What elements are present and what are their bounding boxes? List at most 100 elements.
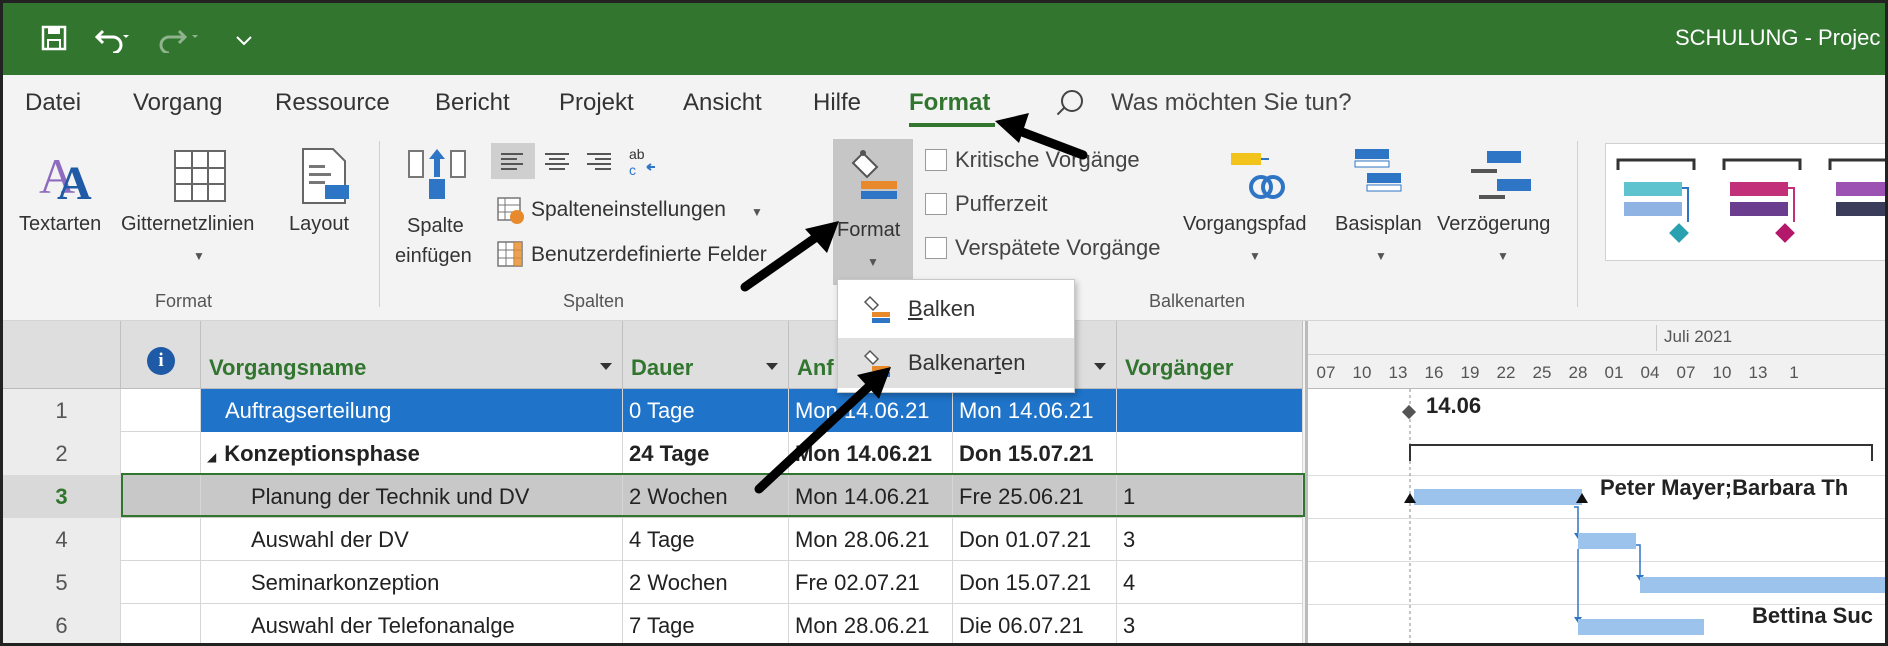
task-duration[interactable]: 2 Wochen — [623, 475, 789, 518]
menu-item-balkenarten[interactable]: Balkenarten — [838, 338, 1074, 388]
search-icon[interactable] — [1061, 90, 1083, 112]
task-finish[interactable]: Die 06.07.21 — [953, 604, 1117, 643]
redo-icon[interactable] — [159, 25, 199, 59]
row-number[interactable]: 6 — [3, 604, 121, 643]
task-finish[interactable]: Don 01.07.21 — [953, 518, 1117, 561]
vorgangspfad-button[interactable]: Vorgangspfad — [1183, 213, 1306, 236]
menu-item-balken[interactable]: Balken — [838, 284, 1074, 334]
chevron-down-icon[interactable]: ▼ — [1249, 249, 1261, 263]
indicator-cell[interactable] — [121, 432, 201, 475]
verspaetete-vorgaenge-checkbox[interactable] — [925, 237, 947, 259]
header-vorgaenger[interactable]: Vorgänger — [1117, 321, 1303, 389]
chevron-down-icon[interactable]: ▼ — [751, 205, 763, 219]
indicator-cell[interactable] — [121, 561, 201, 604]
menu-ressource[interactable]: Ressource — [275, 89, 390, 117]
task-duration[interactable]: 4 Tage — [623, 518, 789, 561]
header-info[interactable]: i — [121, 321, 201, 389]
task-start[interactable]: Mon 28.06.21 — [789, 518, 953, 561]
table-row[interactable]: 3 Planung der Technik und DV 2 Wochen Mo… — [3, 475, 1303, 518]
task-name[interactable]: Auswahl der Telefonanalge — [201, 604, 623, 643]
menu-bericht[interactable]: Bericht — [435, 89, 510, 117]
gantt-style-gallery[interactable] — [1605, 143, 1885, 261]
task-finish[interactable]: Mon 14.06.21 — [953, 389, 1117, 432]
indicator-cell[interactable] — [121, 475, 201, 518]
row-number[interactable]: 1 — [3, 389, 121, 432]
chevron-down-icon[interactable]: ▼ — [1375, 249, 1387, 263]
task-finish[interactable]: Don 15.07.21 — [953, 432, 1117, 475]
task-duration[interactable]: 24 Tage — [623, 432, 789, 475]
filter-arrow-icon[interactable] — [766, 363, 778, 370]
basisplan-button[interactable]: Basisplan — [1335, 213, 1422, 236]
menu-ansicht[interactable]: Ansicht — [683, 89, 762, 117]
format-dropdown-button[interactable]: Format ▼ — [833, 139, 913, 285]
task-finish[interactable]: Don 15.07.21 — [953, 561, 1117, 604]
spalteneinstellungen-button[interactable]: Spalteneinstellungen — [531, 198, 726, 222]
table-row[interactable]: 6 Auswahl der Telefonanalge 7 Tage Mon 2… — [3, 604, 1303, 643]
row-number[interactable]: 3 — [3, 475, 121, 518]
title-bar: SCHULUNG - Projec — [3, 3, 1885, 75]
table-row[interactable]: 4 Auswahl der DV 4 Tage Mon 28.06.21 Don… — [3, 518, 1303, 561]
window-title: SCHULUNG - Projec — [1675, 25, 1881, 50]
task-finish[interactable]: Fre 25.06.21 — [953, 475, 1117, 518]
gitternetzlinien-button[interactable]: Gitternetzlinien — [121, 213, 254, 236]
task-predecessors[interactable]: 1 — [1117, 475, 1303, 518]
header-vorgangsname[interactable]: Vorgangsname — [201, 321, 623, 389]
task-start[interactable]: Mon 14.06.21 — [789, 432, 953, 475]
tell-me-search[interactable]: Was möchten Sie tun? — [1111, 89, 1352, 117]
menu-hilfe[interactable]: Hilfe — [813, 89, 861, 117]
spalte-einfuegen-button[interactable]: Spalte — [407, 215, 464, 238]
task-start[interactable]: Fre 02.07.21 — [789, 561, 953, 604]
table-row[interactable]: 2 ◢ Konzeptionsphase 24 Tage Mon 14.06.21… — [3, 432, 1303, 475]
indicator-cell[interactable] — [121, 604, 201, 643]
task-predecessors[interactable] — [1117, 389, 1303, 432]
wrap-text-icon[interactable]: ab c — [625, 145, 661, 184]
task-start[interactable]: Mon 14.06.21 — [789, 389, 953, 432]
row-number[interactable]: 2 — [3, 432, 121, 475]
indicator-cell[interactable] — [121, 389, 201, 432]
task-name[interactable]: Auswahl der DV — [201, 518, 623, 561]
save-icon[interactable] — [41, 25, 67, 57]
chevron-down-icon[interactable]: ▼ — [1497, 249, 1509, 263]
menu-format[interactable]: Format — [909, 89, 990, 117]
header-corner[interactable] — [3, 321, 121, 389]
indicator-cell[interactable] — [121, 518, 201, 561]
task-name[interactable]: Seminarkonzeption — [201, 561, 623, 604]
task-start[interactable]: Mon 14.06.21 — [789, 475, 953, 518]
task-predecessors[interactable] — [1117, 432, 1303, 475]
collapse-triangle-icon[interactable]: ◢ — [207, 450, 216, 464]
pufferzeit-checkbox[interactable] — [925, 193, 947, 215]
task-duration[interactable]: 7 Tage — [623, 604, 789, 643]
header-dauer[interactable]: Dauer — [623, 321, 789, 389]
layout-button[interactable]: Layout — [289, 213, 349, 236]
filter-arrow-icon[interactable] — [600, 363, 612, 370]
textarten-button[interactable]: Textarten — [19, 213, 101, 236]
task-name-cell[interactable]: ◢ Konzeptionsphase — [201, 432, 623, 475]
menu-datei[interactable]: Datei — [25, 89, 81, 117]
gantt-chart[interactable]: Juli 2021 07 10 13 16 19 22 25 28 01 04 … — [1305, 321, 1885, 643]
task-predecessors[interactable]: 3 — [1117, 518, 1303, 561]
task-duration[interactable]: 2 Wochen — [623, 561, 789, 604]
task-predecessors[interactable]: 3 — [1117, 604, 1303, 643]
task-duration[interactable]: 0 Tage — [623, 389, 789, 432]
menu-vorgang[interactable]: Vorgang — [133, 89, 222, 117]
row-number[interactable]: 5 — [3, 561, 121, 604]
table-row[interactable]: 1 Auftragserteilung 0 Tage Mon 14.06.21 … — [3, 389, 1303, 432]
align-left-icon[interactable] — [491, 143, 535, 179]
customize-icon[interactable] — [235, 25, 253, 55]
undo-icon[interactable] — [94, 25, 129, 59]
spalte-einfuegen-line2[interactable]: einfügen — [395, 245, 472, 268]
align-right-icon[interactable] — [579, 143, 619, 184]
task-name[interactable]: Auftragserteilung — [201, 389, 623, 432]
task-name[interactable]: Planung der Technik und DV — [201, 475, 623, 518]
task-start[interactable]: Mon 28.06.21 — [789, 604, 953, 643]
table-row[interactable]: 5 Seminarkonzeption 2 Wochen Fre 02.07.2… — [3, 561, 1303, 604]
kritische-vorgaenge-checkbox[interactable] — [925, 149, 947, 171]
benutzerdefinierte-felder-button[interactable]: Benutzerdefinierte Felder — [531, 243, 767, 267]
align-center-icon[interactable] — [537, 143, 577, 184]
menu-projekt[interactable]: Projekt — [559, 89, 634, 117]
chevron-down-icon[interactable]: ▼ — [193, 249, 205, 263]
verzoegerung-button[interactable]: Verzögerung — [1437, 213, 1550, 236]
filter-arrow-icon[interactable] — [1094, 363, 1106, 370]
task-predecessors[interactable]: 4 — [1117, 561, 1303, 604]
row-number[interactable]: 4 — [3, 518, 121, 561]
